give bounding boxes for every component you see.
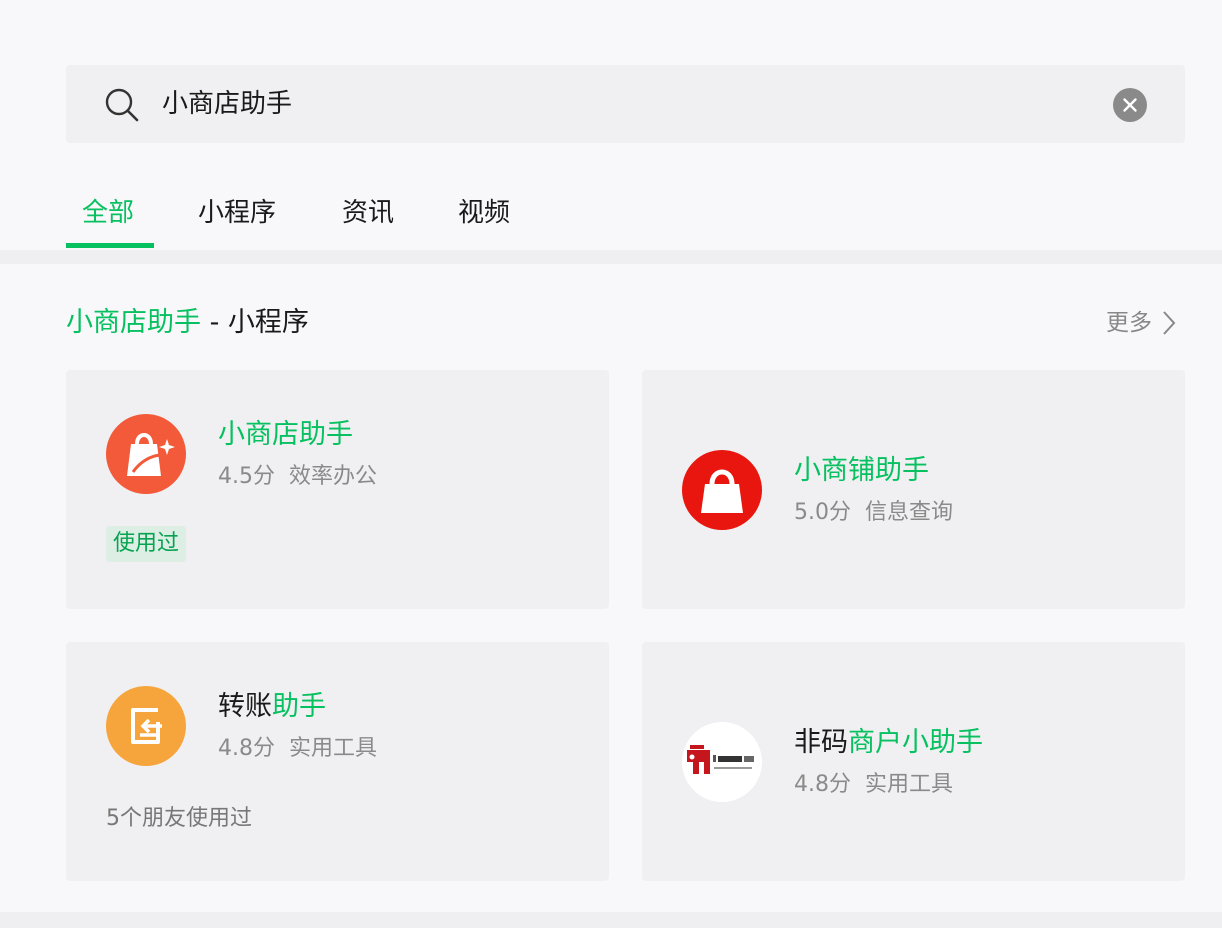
card-title-part: 助手 bbox=[272, 691, 326, 722]
section-divider bbox=[0, 912, 1222, 928]
card-title: 非码商户小助手 bbox=[794, 726, 983, 760]
card-meta: 4.5分 效率办公 bbox=[218, 462, 377, 492]
tab-mini-programs[interactable]: 小程序 bbox=[198, 196, 276, 230]
tab-all[interactable]: 全部 bbox=[82, 196, 134, 230]
more-link[interactable]: 更多 bbox=[1106, 308, 1176, 338]
feima-logo bbox=[682, 722, 762, 802]
tab-bar: 全部 小程序 资讯 视频 bbox=[0, 190, 1222, 250]
card-title: 转账助手 bbox=[218, 690, 326, 724]
search-icon bbox=[105, 88, 139, 122]
section-title: 小商店助手 - 小程序 bbox=[66, 306, 309, 340]
card-rating: 4.8分 bbox=[218, 736, 275, 761]
card-meta: 5.0分 信息查询 bbox=[794, 498, 953, 528]
section-divider bbox=[0, 250, 1222, 264]
mini-program-card[interactable]: 非码商户小助手 4.8分 实用工具 bbox=[642, 642, 1185, 881]
friends-used-text: 5个朋友使用过 bbox=[106, 806, 252, 831]
card-rating: 4.5分 bbox=[218, 464, 275, 489]
card-title-part: 转账 bbox=[218, 691, 272, 722]
card-rating: 4.8分 bbox=[794, 772, 851, 797]
card-title-part: 小商店助手 bbox=[218, 419, 353, 450]
section-title-keyword: 小商店助手 bbox=[66, 307, 201, 338]
card-category: 实用工具 bbox=[865, 772, 954, 797]
chevron-right-icon bbox=[1163, 311, 1176, 335]
card-title-part: 商户 bbox=[848, 727, 902, 758]
used-badge: 使用过 bbox=[106, 526, 187, 562]
card-category: 信息查询 bbox=[865, 500, 954, 525]
card-title-part: 小助手 bbox=[902, 727, 983, 758]
card-title-part: 非码 bbox=[794, 727, 848, 758]
shopping-bag-icon bbox=[106, 414, 186, 494]
transfer-icon bbox=[106, 686, 186, 766]
card-meta: 4.8分 实用工具 bbox=[218, 734, 377, 764]
card-title: 小商铺助手 bbox=[794, 454, 929, 488]
active-tab-indicator bbox=[66, 243, 154, 248]
mini-program-card[interactable]: 小商店助手 4.5分 效率办公 使用过 bbox=[66, 370, 609, 609]
mini-program-card[interactable]: 转账助手 4.8分 实用工具 5个朋友使用过 bbox=[66, 642, 609, 881]
tab-videos[interactable]: 视频 bbox=[458, 196, 510, 230]
more-label: 更多 bbox=[1106, 310, 1152, 336]
card-meta: 4.8分 实用工具 bbox=[794, 770, 953, 800]
card-rating: 5.0分 bbox=[794, 500, 851, 525]
card-category: 效率办公 bbox=[289, 464, 378, 489]
section-title-suffix: - 小程序 bbox=[201, 307, 309, 338]
card-title: 小商店助手 bbox=[218, 418, 353, 452]
card-title-part: 小商铺助手 bbox=[794, 455, 929, 486]
bag-icon bbox=[682, 450, 762, 530]
search-input[interactable]: 小商店助手 bbox=[162, 87, 292, 121]
close-icon bbox=[1123, 98, 1137, 112]
tab-news[interactable]: 资讯 bbox=[342, 196, 394, 230]
mini-program-card[interactable]: 小商铺助手 5.0分 信息查询 bbox=[642, 370, 1185, 609]
clear-search-button[interactable] bbox=[1113, 88, 1147, 122]
card-category: 实用工具 bbox=[289, 736, 378, 761]
